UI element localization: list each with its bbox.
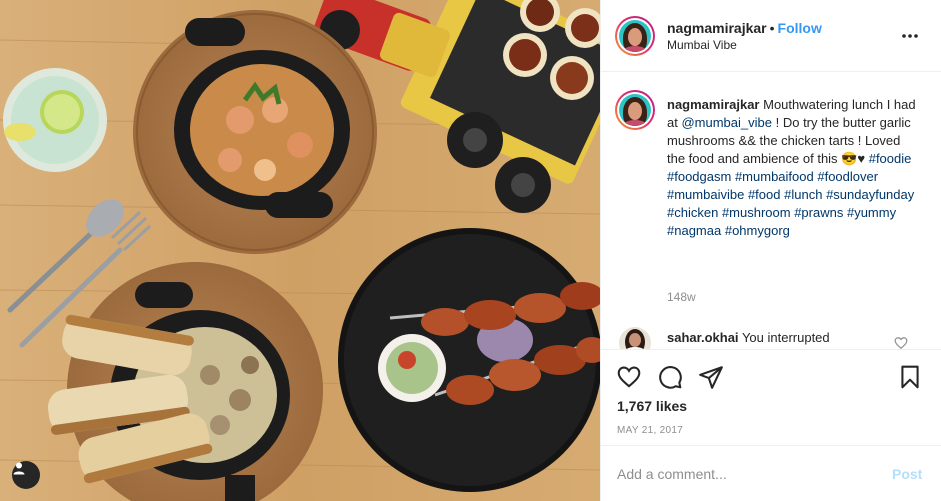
author-line: nagmamirajkar • Follow bbox=[667, 20, 822, 37]
caption-username[interactable]: nagmamirajkar bbox=[667, 97, 760, 112]
like-heart-icon[interactable] bbox=[616, 364, 642, 390]
hashtag-link[interactable]: #chicken bbox=[667, 205, 718, 220]
post-date: MAY 21, 2017 bbox=[617, 425, 684, 436]
hashtag-link[interactable]: #foodie bbox=[869, 151, 912, 166]
hashtag-link[interactable]: #food bbox=[748, 187, 781, 202]
comment-like-heart-icon[interactable] bbox=[894, 336, 908, 349]
separator-dot: • bbox=[769, 20, 775, 36]
post-comment-button[interactable]: Post bbox=[892, 466, 922, 482]
comment-input[interactable] bbox=[617, 462, 877, 486]
comments-section[interactable]: nagmamirajkar Mouthwatering lunch I had … bbox=[601, 72, 941, 349]
skewer-plate bbox=[338, 228, 600, 492]
author-username[interactable]: nagmamirajkar bbox=[667, 20, 767, 36]
hashtag-link[interactable]: #mushroom bbox=[722, 205, 791, 220]
tagged-users-button[interactable] bbox=[12, 461, 40, 489]
caption-mention-link[interactable]: @mumbai_vibe bbox=[681, 115, 772, 130]
food-photo-illustration bbox=[0, 0, 600, 501]
comment-text: You interrupted bbox=[741, 330, 830, 345]
comment-bubble-icon[interactable] bbox=[657, 364, 683, 390]
post-actions: 1,767 likes MAY 21, 2017 bbox=[601, 349, 941, 445]
hashtag-link[interactable]: #nagmaa bbox=[667, 223, 721, 238]
add-comment-bar: Post bbox=[601, 445, 941, 501]
caption-emoji: 😎♥ bbox=[841, 151, 866, 166]
post-photo[interactable] bbox=[0, 0, 600, 501]
hashtag-link[interactable]: #sundayfunday bbox=[826, 187, 914, 202]
post-header: nagmamirajkar • Follow Mumbai Vibe bbox=[601, 0, 941, 72]
hashtag-link[interactable]: #ohmygorg bbox=[725, 223, 790, 238]
prawn-pan bbox=[133, 10, 377, 254]
follow-button[interactable]: Follow bbox=[778, 20, 822, 36]
user-icon bbox=[13, 462, 25, 475]
more-options-icon bbox=[902, 34, 918, 38]
post-details-panel: nagmamirajkar • Follow Mumbai Vibe nagmami… bbox=[600, 0, 941, 501]
glass bbox=[3, 68, 107, 172]
share-paper-plane-icon[interactable] bbox=[698, 364, 724, 390]
post-caption: nagmamirajkar Mouthwatering lunch I had … bbox=[667, 96, 917, 240]
save-bookmark-icon[interactable] bbox=[897, 364, 923, 390]
hashtag-link[interactable]: #foodlover bbox=[817, 169, 878, 184]
hashtag-link[interactable]: #mumbaivibe bbox=[667, 187, 744, 202]
hashtag-link[interactable]: #mumbaifood bbox=[735, 169, 814, 184]
hashtag-link[interactable]: #lunch bbox=[784, 187, 822, 202]
hashtag-link[interactable]: #prawns bbox=[794, 205, 843, 220]
caption-timestamp[interactable]: 148w bbox=[667, 290, 696, 304]
comment-username[interactable]: sahar.okhai bbox=[667, 330, 739, 345]
comment-item: sahar.okhai You interrupted bbox=[667, 329, 830, 347]
more-options-button[interactable] bbox=[898, 26, 922, 46]
author-avatar[interactable] bbox=[615, 16, 655, 56]
caption-avatar[interactable] bbox=[615, 90, 655, 130]
commenter-avatar[interactable] bbox=[619, 327, 651, 349]
post-location[interactable]: Mumbai Vibe bbox=[667, 38, 737, 52]
hashtag-link[interactable]: #foodgasm bbox=[667, 169, 731, 184]
likes-count[interactable]: 1,767 likes bbox=[617, 398, 687, 414]
hashtag-link[interactable]: #yummy bbox=[847, 205, 896, 220]
